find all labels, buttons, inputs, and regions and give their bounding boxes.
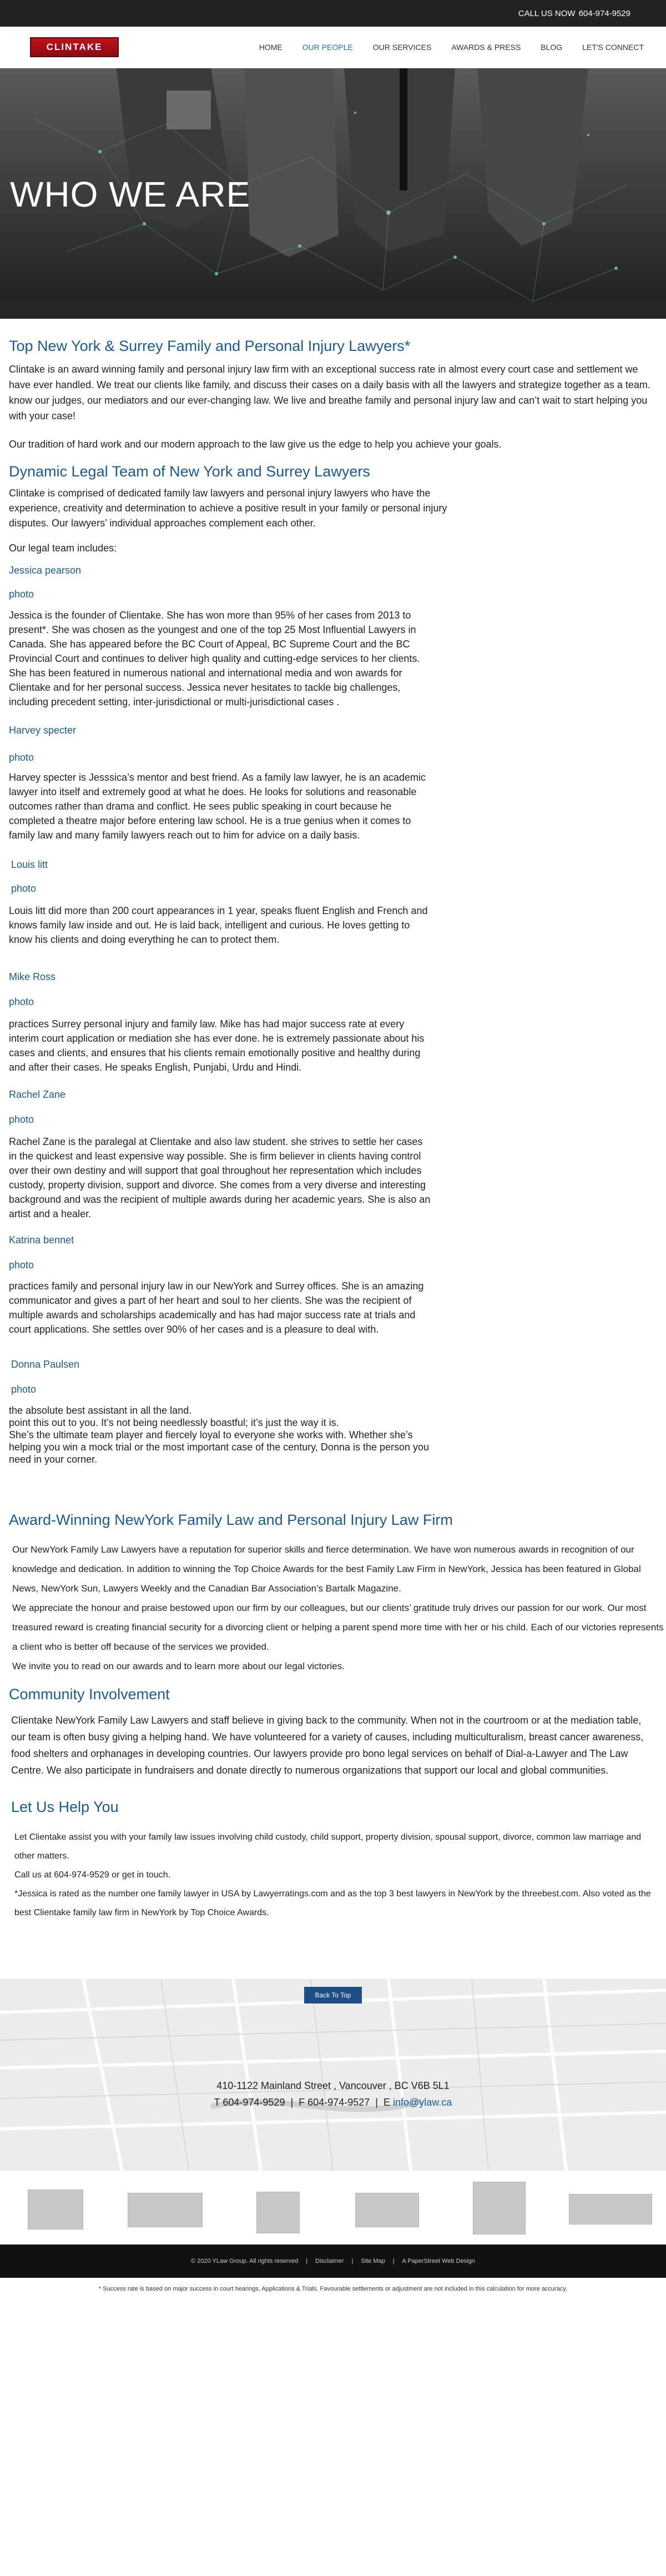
site-header: CLINTAKE HOME OUR PEOPLE OUR SERVICES AW… xyxy=(0,27,666,68)
awards-paragraph-1: Our NewYork Family Law Lawyers have a re… xyxy=(12,1544,641,1594)
nav-awards-press[interactable]: AWARDS & PRESS xyxy=(451,43,521,52)
team-paragraph: Clintake is comprised of dedicated famil… xyxy=(9,488,447,529)
team-heading: Dynamic Legal Team of New York and Surre… xyxy=(9,463,370,480)
community-heading: Community Involvement xyxy=(9,1686,170,1703)
member-bio-line: point this out to you. It’s not being ne… xyxy=(9,1417,339,1428)
member-name[interactable]: Katrina bennet xyxy=(9,1234,657,1246)
footer-contact-line: T 604-974-9529 | F 604-974-9527 | E info… xyxy=(214,2097,452,2108)
phone-label: T xyxy=(214,2097,220,2108)
copyright-text: © 2020 YLaw Group. All rights reserved xyxy=(191,2258,299,2264)
nav-our-services[interactable]: OUR SERVICES xyxy=(373,43,432,52)
back-to-top-button[interactable]: Back To Top xyxy=(304,1987,362,2003)
member-name[interactable]: Donna Paulsen xyxy=(9,1359,657,1370)
member-photo-placeholder: photo xyxy=(9,1259,34,1271)
award-logo-image[interactable] xyxy=(256,2192,300,2233)
hero-banner: WHO WE ARE xyxy=(0,68,666,319)
member-bio: the absolute best assistant in all the l… xyxy=(9,1404,431,1465)
member-photo-placeholder: photo xyxy=(9,1114,34,1125)
team-member-jessica: Jessica pearson photo Jessica is the fou… xyxy=(9,565,657,709)
footer-divider: | xyxy=(392,2258,395,2264)
award-logo-image[interactable] xyxy=(28,2190,83,2229)
awards-paragraph-3: We invite you to read on our awards and … xyxy=(12,1661,345,1671)
member-bio: practices family and personal injury law… xyxy=(9,1281,424,1335)
member-bio: Louis litt did more than 200 court appea… xyxy=(9,905,428,945)
help-paragraph-1: Let Clientake assist you with your famil… xyxy=(14,1832,642,1861)
member-bio: practices Surrey personal injury and fam… xyxy=(9,1018,425,1073)
member-bio: Harvey specter is Jesssica’s mentor and … xyxy=(9,772,426,841)
help-body: Let Clientake assist you with your famil… xyxy=(9,1828,664,1922)
footer-divider: | xyxy=(306,2258,308,2264)
member-bio: Jessica is the founder of Clientake. She… xyxy=(9,610,420,707)
fax-label: F xyxy=(299,2097,305,2108)
help-paragraph-2: Call us at 604-974-9529 or get in touch. xyxy=(14,1870,171,1880)
help-heading: Let Us Help You xyxy=(11,1799,119,1815)
success-rate-footnote: * Success rate is based on major success… xyxy=(98,2286,568,2292)
member-photo-placeholder: photo xyxy=(9,752,34,763)
member-name[interactable]: Mike Ross xyxy=(9,971,657,983)
hero-title: WHO WE ARE xyxy=(10,174,251,214)
nav-blog[interactable]: BLOG xyxy=(541,43,562,52)
intro-heading: Top New York & Surrey Family and Persona… xyxy=(9,338,411,354)
award-logos-row xyxy=(0,2171,666,2244)
awards-paragraph-2: We appreciate the honour and praise best… xyxy=(12,1603,664,1652)
call-us-label: CALL US NOW xyxy=(518,8,576,18)
main-content: Top New York & Surrey Family and Persona… xyxy=(0,338,666,1922)
top-bar: CALL US NOW 604-974-9529 xyxy=(0,0,666,27)
intro-paragraph-2: Our tradition of hard work and our moder… xyxy=(9,439,502,450)
site-map-link[interactable]: Site Map xyxy=(361,2258,385,2264)
nav-home[interactable]: HOME xyxy=(259,43,282,52)
award-logo-image[interactable] xyxy=(473,2182,526,2234)
team-includes-label: Our legal team includes: xyxy=(9,543,117,554)
email-label: E xyxy=(383,2097,390,2108)
member-name[interactable]: Harvey specter xyxy=(9,725,657,736)
member-name[interactable]: Rachel Zane xyxy=(9,1089,657,1101)
awards-heading: Award-Winning NewYork Family Law and Per… xyxy=(9,1512,453,1528)
nav-our-people[interactable]: OUR PEOPLE xyxy=(302,43,353,52)
site-footer: © 2020 YLaw Group. All rights reserved |… xyxy=(0,2244,666,2278)
team-member-katrina: Katrina bennet photo practices family an… xyxy=(9,1234,657,1337)
member-name[interactable]: Louis litt xyxy=(9,859,657,871)
award-logo-image[interactable] xyxy=(569,2194,652,2225)
footer-divider: | xyxy=(351,2258,354,2264)
footer-email[interactable]: info@ylaw.ca xyxy=(393,2097,452,2108)
team-member-rachel: Rachel Zane photo Rachel Zane is the par… xyxy=(9,1089,657,1221)
footer-fax: 604-974-9527 xyxy=(307,2097,370,2108)
member-name[interactable]: Jessica pearson xyxy=(9,565,657,576)
member-bio-line: the absolute best assistant in all the l… xyxy=(9,1405,192,1416)
team-member-louis: Louis litt photo Louis litt did more tha… xyxy=(9,859,657,947)
member-photo-placeholder: photo xyxy=(11,1384,37,1395)
community-paragraph: Clientake NewYork Family Law Lawyers and… xyxy=(11,1715,644,1776)
awards-body: Our NewYork Family Law Lawyers have a re… xyxy=(9,1540,666,1676)
main-nav: HOME OUR PEOPLE OUR SERVICES AWARDS & PR… xyxy=(259,43,644,52)
disclaimer-link[interactable]: Disclaimer xyxy=(315,2258,344,2264)
design-credit-link[interactable]: A PaperStreet Web Design xyxy=(402,2258,475,2264)
member-photo-placeholder: photo xyxy=(9,589,34,600)
help-paragraph-3: *Jessica is rated as the number one fami… xyxy=(14,1889,651,1917)
team-member-mike: Mike Ross photo practices Surrey persona… xyxy=(9,971,657,1074)
member-bio: Rachel Zane is the paralegal at Clientak… xyxy=(9,1136,431,1219)
map-background xyxy=(0,1979,666,2171)
award-logo-image[interactable] xyxy=(355,2193,419,2227)
intro-paragraph-1: Clintake is an award winning family and … xyxy=(9,364,650,421)
map-section: Back To Top 410-1122 Mainland Street , V… xyxy=(0,1979,666,2171)
footer-phone[interactable]: 604-974-9529 xyxy=(223,2097,285,2108)
nav-lets-connect[interactable]: LET'S CONNECT xyxy=(582,43,644,52)
member-photo-placeholder: photo xyxy=(11,883,37,894)
member-bio-line: She’s the ultimate team player and fierc… xyxy=(9,1429,430,1465)
team-member-donna: Donna Paulsen photo the absolute best as… xyxy=(9,1359,657,1465)
team-member-harvey: Harvey specter photo Harvey specter is J… xyxy=(9,725,657,842)
clintake-logo[interactable]: CLINTAKE xyxy=(30,37,119,57)
top-phone-link[interactable]: 604-974-9529 xyxy=(579,9,630,18)
award-logo-image[interactable] xyxy=(128,2193,203,2227)
footer-address: 410-1122 Mainland Street , Vancouver , B… xyxy=(216,2080,450,2091)
member-photo-placeholder: photo xyxy=(9,996,34,1007)
